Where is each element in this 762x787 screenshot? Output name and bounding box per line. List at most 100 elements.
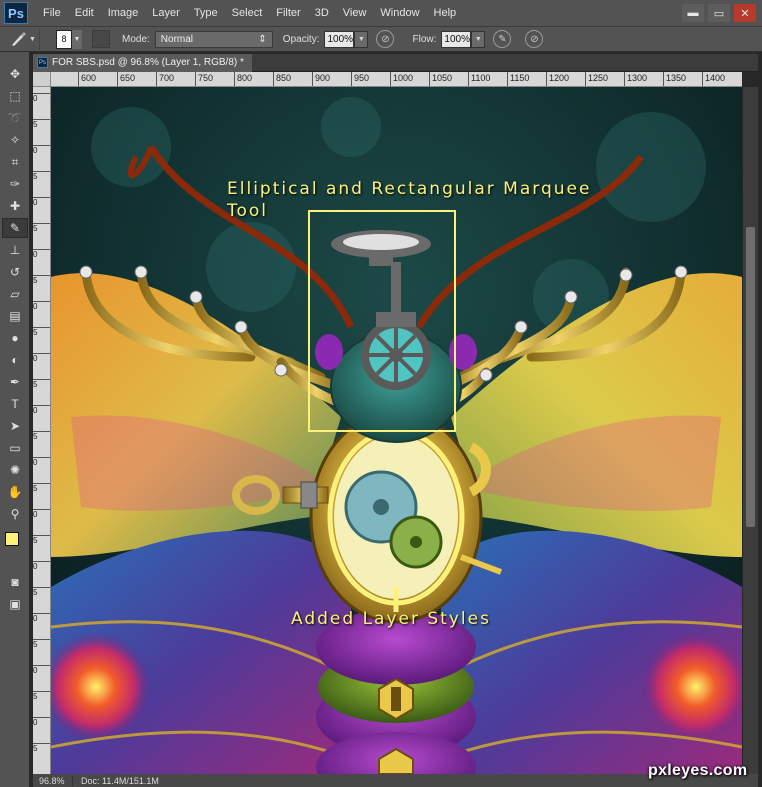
ruler-v-tick: 0 [33,613,50,623]
scrollbar-thumb[interactable] [746,227,755,527]
menu-edit[interactable]: Edit [68,0,101,27]
crop-tool-icon[interactable]: ⌗ [2,152,28,172]
opacity-label: Opacity: [282,33,320,45]
menu-help[interactable]: Help [427,0,464,27]
ruler-v-tick: 5 [33,327,50,337]
watermark: pxleyes.com [648,762,748,779]
menu-layer[interactable]: Layer [145,0,187,27]
pen-tool-icon[interactable]: ✒ [2,372,28,392]
opacity-input[interactable]: 100% [324,30,355,48]
menu-bar: Ps File Edit Image Layer Type Select Fil… [0,0,762,27]
ruler-h-tick: 1000 [390,72,413,86]
vertical-ruler[interactable]: 0 5 0 5 0 5 0 5 0 5 0 5 0 5 0 5 0 5 0 5 0 5 0 5 0 5 [33,87,51,774]
brush-panel-toggle-icon[interactable] [92,30,110,48]
menu-filter[interactable]: Filter [269,0,307,27]
flow-input[interactable]: 100% [441,30,472,48]
ruler-v-tick: 0 [33,405,50,415]
ruler-v-tick: 0 [33,301,50,311]
ruler-origin[interactable] [33,72,51,87]
eyedropper-tool-icon[interactable]: ✑ [2,174,28,194]
menu-window[interactable]: Window [373,0,426,27]
airbrush-icon[interactable]: ✎ [493,30,512,48]
clone-stamp-tool-icon[interactable]: ⊥ [2,240,28,260]
zoom-tool-icon[interactable]: ⚲ [2,504,28,524]
ruler-h-tick: 1350 [663,72,686,86]
ruler-v-tick: 5 [33,691,50,701]
horizontal-ruler[interactable]: 600 650 700 750 800 850 900 950 1000 1050 1100 1150… [51,72,742,87]
document-tab-bar: Ps FOR SBS.psd @ 96.8% (Layer 1, RGB/8) … [33,53,758,72]
chevron-down-icon: ▼ [29,35,36,43]
brush-picker-arrow[interactable]: ▼ [72,29,82,49]
menu-select[interactable]: Select [225,0,270,27]
menu-view[interactable]: View [336,0,374,27]
healing-brush-tool-icon[interactable]: ✚ [2,196,28,216]
mode-label: Mode: [122,33,150,45]
ruler-h-tick: 1250 [585,72,608,86]
ruler-v-tick: 5 [33,587,50,597]
ruler-v-tick: 0 [33,509,50,519]
vertical-scrollbar[interactable] [742,87,758,774]
path-selection-tool-icon[interactable]: ➤ [2,416,28,436]
flow-label: Flow: [412,33,437,45]
ruler-v-tick: 5 [33,119,50,129]
doc-size-info[interactable]: Doc: 11.4M/151.1M [73,776,159,786]
toolbox: ✥ ⬚ ➰ ✧ ⌗ ✑ ✚ ✎ ⊥ ↺ ▱ ▤ ● ◐ ✒ T ➤ ▭ ✺ ✋ … [0,52,30,787]
hand-tool-icon[interactable]: ✋ [2,482,28,502]
ruler-v-tick: 0 [33,249,50,259]
ruler-h-tick: 1100 [468,72,490,86]
ruler-v-tick: 0 [33,457,50,467]
ruler-v-tick: 0 [33,717,50,727]
eraser-tool-icon[interactable]: ▱ [2,284,28,304]
menu-file[interactable]: File [36,0,68,27]
menu-3d[interactable]: 3D [308,0,336,27]
screen-mode-icon[interactable]: ▣ [2,594,28,614]
opacity-slider-toggle[interactable]: ▼ [354,30,369,48]
ruler-h-tick: 1050 [429,72,452,86]
zoom-level[interactable]: 96.8% [33,775,73,786]
dodge-tool-icon[interactable]: ◐ [2,350,28,370]
marquee-tool-icon[interactable]: ⬚ [2,86,28,106]
menu-image[interactable]: Image [101,0,146,27]
ruler-v-tick: 5 [33,483,50,493]
mode-value: Normal [160,33,194,45]
brush-size-preview[interactable]: 8 [56,29,72,49]
tool-preset-picker[interactable]: ▼ [6,28,40,50]
ruler-h-tick: 600 [78,72,96,86]
ruler-v-tick: 5 [33,379,50,389]
mode-select[interactable]: Normal ⇕ [154,30,273,48]
ruler-v-tick: 5 [33,275,50,285]
psd-file-icon: Ps [37,57,48,68]
history-brush-tool-icon[interactable]: ↺ [2,262,28,282]
menu-type[interactable]: Type [187,0,225,27]
pressure-opacity-icon[interactable]: ⊘ [376,30,395,48]
close-button[interactable]: ✕ [734,4,756,22]
document-tab[interactable]: Ps FOR SBS.psd @ 96.8% (Layer 1, RGB/8) … [33,53,252,72]
type-tool-icon[interactable]: T [2,394,28,414]
brush-tool-icon[interactable]: ✎ [2,218,28,238]
pressure-size-icon[interactable]: ⊘ [525,30,544,48]
document-canvas[interactable]: Elliptical and Rectangular Marquee Tool … [51,87,742,774]
foreground-color-swatch[interactable] [5,532,19,546]
photoshop-logo-icon: Ps [4,2,28,24]
3d-tool-icon[interactable]: ✺ [2,460,28,480]
document-tab-title: FOR SBS.psd @ 96.8% (Layer 1, RGB/8) * [52,56,244,68]
updown-icon: ⇕ [258,33,267,45]
ruler-h-tick: 700 [156,72,174,86]
minimize-button[interactable]: ▬ [682,4,704,22]
ruler-v-tick: 0 [33,561,50,571]
ruler-h-tick: 650 [117,72,135,86]
lasso-tool-icon[interactable]: ➰ [2,108,28,128]
move-tool-icon[interactable]: ✥ [2,64,28,84]
ruler-v-tick: 5 [33,171,50,181]
flow-slider-toggle[interactable]: ▼ [471,30,486,48]
blur-tool-icon[interactable]: ● [2,328,28,348]
maximize-button[interactable]: ▭ [708,4,730,22]
ruler-v-tick: 5 [33,223,50,233]
magic-wand-tool-icon[interactable]: ✧ [2,130,28,150]
quick-mask-icon[interactable]: ◙ [2,572,28,592]
ruler-h-tick: 1200 [546,72,569,86]
shape-tool-icon[interactable]: ▭ [2,438,28,458]
ruler-v-tick: 0 [33,93,50,103]
ruler-h-tick: 800 [234,72,252,86]
gradient-tool-icon[interactable]: ▤ [2,306,28,326]
